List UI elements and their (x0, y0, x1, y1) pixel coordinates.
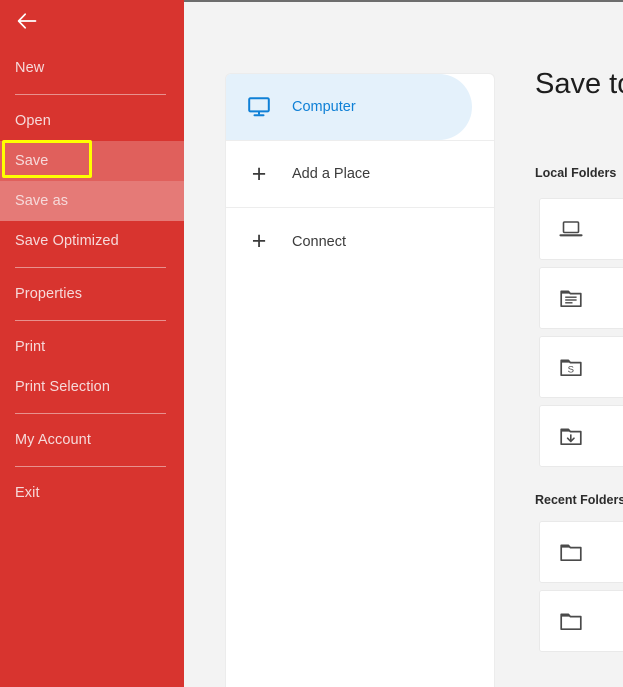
menu-divider (15, 466, 166, 467)
back-arrow-icon[interactable] (10, 6, 44, 36)
menu-divider (15, 94, 166, 95)
menu-item-open[interactable]: Open (0, 101, 184, 141)
menu-item-new[interactable]: New (0, 48, 184, 88)
place-label: Add a Place (292, 166, 371, 182)
place-row-add-a-place[interactable]: + Add a Place (226, 141, 494, 208)
menu-item-label: Open (15, 113, 51, 129)
downloads-folder-icon (540, 425, 602, 447)
places-panel: Computer + Add a Place + Connect (225, 73, 495, 687)
recent-folders-heading: Recent Folders (535, 493, 623, 507)
menu-item-print-selection[interactable]: Print Selection (0, 367, 184, 407)
menu-item-label: Exit (15, 485, 40, 501)
monitor-icon (226, 97, 292, 117)
menu-item-save-optimized[interactable]: Save Optimized (0, 221, 184, 261)
local-folder-card[interactable] (539, 405, 623, 467)
place-row-connect[interactable]: + Connect (226, 208, 494, 275)
local-folders-heading: Local Folders (535, 166, 617, 180)
recent-folder-card[interactable] (539, 590, 623, 652)
save-to-panel: Save to Local Folders (508, 0, 623, 687)
folder-icon (540, 610, 602, 632)
menu-item-label: Save (15, 153, 49, 169)
menu-item-save-as[interactable]: Save as (0, 181, 184, 221)
menu-divider (15, 320, 166, 321)
folder-s-icon: S (540, 356, 602, 378)
menu-item-label: My Account (15, 432, 91, 448)
local-folder-card[interactable] (539, 267, 623, 329)
menu-item-print[interactable]: Print (0, 327, 184, 367)
menu-item-label: Print Selection (15, 379, 110, 395)
recent-folder-card[interactable] (539, 521, 623, 583)
place-label: Computer (292, 99, 356, 115)
menu-item-my-account[interactable]: My Account (0, 420, 184, 460)
menu-item-properties[interactable]: Properties (0, 274, 184, 314)
menu-item-exit[interactable]: Exit (0, 473, 184, 513)
documents-folder-icon (540, 287, 602, 309)
plus-icon: + (251, 159, 267, 188)
menu-item-label: Save as (15, 193, 69, 209)
place-label: Connect (292, 233, 347, 250)
plus-icon: + (251, 227, 267, 255)
laptop-icon (540, 219, 602, 239)
menu-item-save[interactable]: Save (0, 140, 184, 181)
menu-item-label: Print (15, 339, 46, 355)
page-title: Save to (535, 68, 623, 100)
menu-divider (15, 413, 166, 414)
folder-icon (540, 541, 602, 563)
backstage-menu: New Open Save Save as Save Optimized Properti… (0, 48, 184, 513)
svg-text:S: S (568, 365, 574, 376)
menu-item-label: New (15, 60, 45, 76)
local-folder-card[interactable]: S (539, 336, 623, 398)
local-folder-card[interactable] (539, 198, 623, 260)
menu-divider (15, 267, 166, 268)
menu-item-label: Save Optimized (15, 233, 119, 249)
place-row-computer[interactable]: Computer (226, 74, 494, 141)
backstage-sidebar: New Open Save Save as Save Optimized Properti… (0, 0, 184, 687)
backstage-save-screen: New Open Save Save as Save Optimized Properti… (0, 0, 623, 687)
menu-item-label: Properties (15, 286, 83, 302)
